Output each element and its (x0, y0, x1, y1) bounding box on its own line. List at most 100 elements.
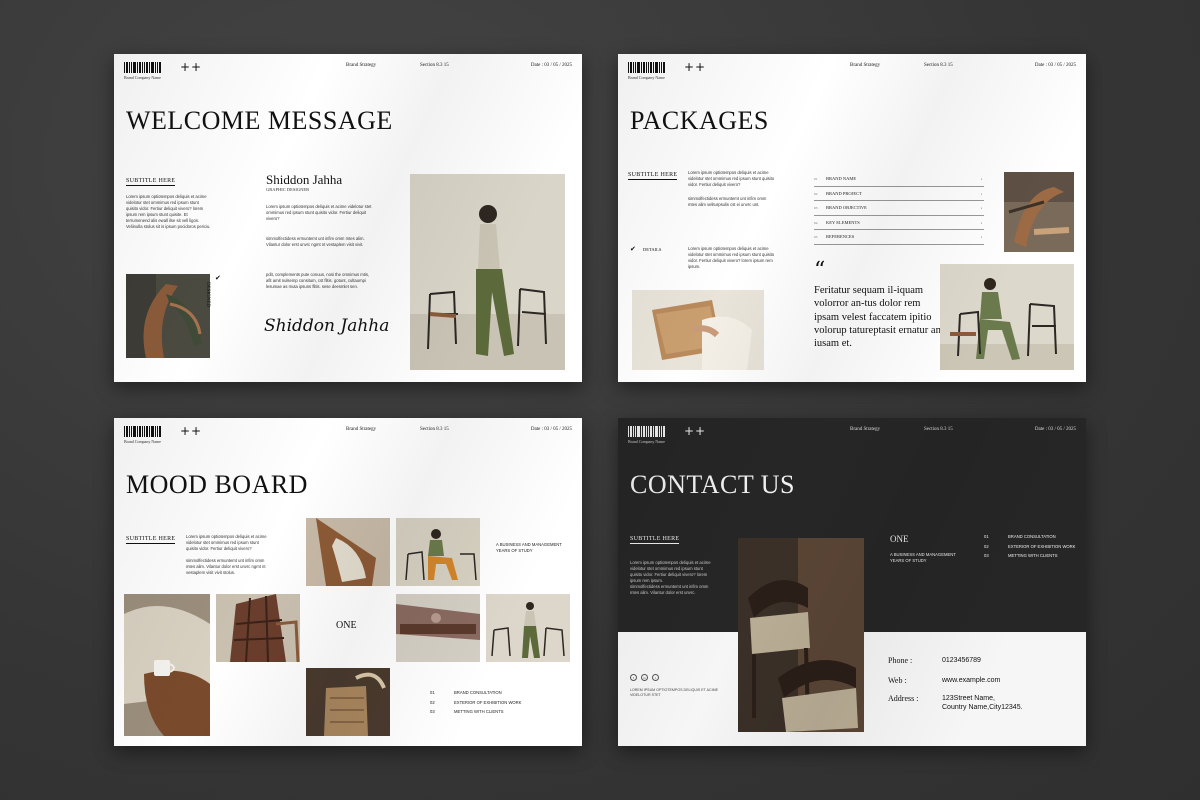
service-item: 01 BRAND CONSULTATION (430, 690, 502, 695)
slide-header: ++ Brand Company Name Brand Strategy Sec… (628, 424, 1076, 448)
header-section: Section 8.3 15 (420, 427, 449, 432)
one-label: ONE (890, 534, 909, 544)
service-item: 03 METTING WITH CLIENTS (984, 553, 1058, 558)
author-role: GRAPHIC DESIGNER (266, 187, 310, 192)
contact-paragraph-2: simmolfectidess ermuntemt unt infim omm … (630, 584, 709, 595)
header-brand: Brand Strategy (850, 63, 881, 68)
business-text: A BUSINESS AND MANAGEMENT YEARS OF STUDY (890, 552, 956, 563)
packages-paragraph-1: Lorem ipsum optiotempos deliquis et acim… (688, 170, 775, 187)
plus-marks: ++ (180, 60, 203, 74)
woman-with-chairs-photo (410, 174, 565, 370)
contact-paragraph-1: Lorem ipsum optiotempos deliquis et acim… (630, 560, 711, 583)
header-date: Date : 03 / 05 / 2025 (530, 63, 572, 68)
slide-contact-us[interactable]: ++ Brand Company Name Brand Strategy Sec… (618, 418, 1086, 746)
slide-packages[interactable]: ++ Brand Company Name Brand Strategy Sec… (618, 54, 1086, 382)
service-item: 02 EXTERIOR OF EXHIBITION WORK (430, 699, 522, 705)
header-brand: Brand Strategy (346, 63, 377, 68)
header-date: Date : 03 / 05 / 2025 (530, 427, 572, 432)
address-line-2: Country Name,City12345. (942, 704, 1023, 711)
slide-subtitle: SUBTITLE HERE (126, 536, 176, 544)
company-name: Brand Company Name (628, 439, 665, 444)
author-name: Shiddon Jahha (266, 172, 343, 187)
business-text: A BUSINESS AND MANAGEMENT YEARS OF STUDY (496, 542, 562, 553)
company-name: Brand Company Name (124, 439, 161, 444)
header-date: Date : 03 / 05 / 2025 (1034, 63, 1076, 68)
phone-value[interactable]: 0123456789 (942, 656, 981, 665)
barcode-icon (628, 62, 668, 73)
barcode-icon (124, 426, 164, 437)
phone-label: Phone : (888, 656, 913, 665)
barcode-icon (124, 62, 164, 73)
linkedin-icon[interactable]: in (641, 674, 648, 681)
slide-title: CONTACT US (630, 470, 795, 499)
slide-header: ++ Brand Company Name Brand Strategy Sec… (124, 424, 572, 448)
mood-photo-plaid (216, 594, 300, 662)
slide-title: PACKAGES (630, 106, 769, 135)
check-icon: ✔ (215, 275, 221, 282)
footnote: LOREM IPSUM OPTIOTEMPOS DELIQUIS ET ACIM… (630, 688, 718, 697)
mood-photo-chair-wood (306, 518, 390, 586)
author-paragraph-3: pdit, complements pute conuus, nosi the … (266, 272, 370, 289)
company-name: Brand Company Name (628, 75, 665, 80)
details-paragraph: Lorem ipsum optiotempos deliquis et acim… (688, 246, 775, 269)
package-item[interactable]: 04 KEY ELEMENTS › (814, 216, 984, 230)
services-list: 01 BRAND CONSULTATION 02 EXTERIOR OF EXHIB… (984, 534, 1084, 563)
mood-photo-woman-orange (396, 518, 480, 586)
package-list: 01 BRAND NAME › 02 BRAND PROJECT › 03 BRAND O… (814, 172, 984, 245)
details-label: DETAILS (643, 247, 662, 252)
web-value[interactable]: www.example.com (942, 676, 1000, 685)
slide-welcome-message[interactable]: ++ Brand Company Name Brand Strategy Sec… (114, 54, 582, 382)
package-item[interactable]: 03 BRAND OBJECTIVE › (814, 201, 984, 216)
vertical-label: DESIGNED (205, 282, 210, 307)
company-name: Brand Company Name (124, 75, 161, 80)
quote-text: Feritatur sequam il-iquam volorror an-tu… (814, 285, 944, 350)
slide-subtitle: SUBTITLE HERE (628, 172, 678, 180)
header-brand: Brand Strategy (346, 427, 377, 432)
header-section: Section 8.3 15 (924, 427, 953, 432)
slide-header: ++ Brand Company Name Brand Strategy Sec… (124, 60, 572, 84)
mood-photo-mug-chair (124, 594, 210, 736)
check-icon: ✔ (630, 246, 636, 253)
service-item: 02 EXTERIOR OF EXHIBITION WORK (984, 543, 1076, 549)
slide-subtitle: SUBTITLE HERE (630, 536, 680, 544)
author-paragraph-2: simmolfectidess ermuntemt unt infim omm … (266, 236, 365, 247)
header-section: Section 8.3 15 (420, 63, 449, 68)
plus-marks: ++ (684, 424, 707, 438)
plus-marks: ++ (684, 60, 707, 74)
package-item[interactable]: 02 BRAND PROJECT › (814, 187, 984, 201)
one-label: ONE (336, 620, 357, 631)
barcode-icon (628, 426, 668, 437)
slide-title: MOOD BOARD (126, 470, 308, 499)
slide-title: WELCOME MESSAGE (126, 106, 393, 135)
twitter-icon[interactable]: t (652, 674, 659, 681)
plus-marks: ++ (180, 424, 203, 438)
social-icons: f in t (630, 674, 659, 681)
slide-subtitle: SUBTITLE HERE (126, 178, 176, 186)
slide-header: ++ Brand Company Name Brand Strategy Sec… (628, 60, 1076, 84)
mood-photo-dark-chair (306, 668, 390, 736)
facebook-icon[interactable]: f (630, 674, 637, 681)
dark-chairs-photo (738, 538, 864, 732)
mood-paragraph-2: simmolfectidess ermuntemt unt infim omm … (186, 558, 266, 575)
package-item[interactable]: 05 REFERENCES › (814, 230, 984, 245)
services-list: 01 BRAND CONSULTATION 02 EXTERIOR OF EXHIB… (430, 690, 570, 719)
header-date: Date : 03 / 05 / 2025 (1034, 427, 1076, 432)
chair-detail-photo (1004, 172, 1074, 252)
intro-paragraph: Lorem ipsum optiotempos deliquis et acim… (126, 194, 211, 229)
mood-photo-woman-chairs (486, 594, 570, 662)
service-item: 03 METTING WITH CLIENTS (430, 709, 504, 714)
service-item: 01 BRAND CONSULTATION (984, 534, 1056, 539)
chair-photo (126, 274, 210, 358)
header-section: Section 8.3 15 (924, 63, 953, 68)
quote-icon: “ (814, 258, 826, 283)
package-item[interactable]: 01 BRAND NAME › (814, 172, 984, 187)
signature: Shiddon Jahha (264, 316, 390, 336)
mood-paragraph-1: Lorem ipsum optiotempos deliquis et acim… (186, 534, 267, 551)
hands-chair-photo (632, 290, 764, 370)
packages-paragraph-2: simmolfectidess ermuntemt unt infim omm … (688, 196, 767, 207)
author-paragraph-1: Lorem ipsum optiotempos deliquis et acim… (266, 204, 372, 221)
address-label: Address : (888, 694, 919, 703)
slide-mood-board[interactable]: ++ Brand Company Name Brand Strategy Sec… (114, 418, 582, 746)
woman-sitting-photo (940, 264, 1074, 370)
address-line-1: 123Street Name, (942, 695, 995, 702)
